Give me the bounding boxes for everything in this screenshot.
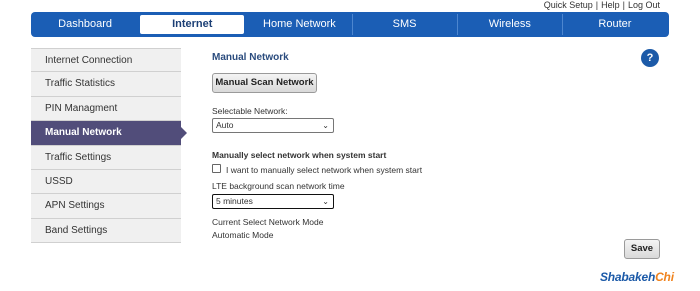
sidebar-item-ussd[interactable]: USSD [31, 169, 181, 195]
sidebar-item-traffic-settings[interactable]: Traffic Settings [31, 145, 181, 170]
lte-scan-time-select[interactable]: 5 minutes ⌄ [212, 194, 334, 209]
selectable-network-select[interactable]: Auto ⌄ [212, 118, 334, 133]
main-nav: Dashboard Internet Home Network SMS Wire… [31, 12, 669, 37]
nav-router[interactable]: Router [561, 14, 667, 35]
sidebar-item-traffic-statistics[interactable]: Traffic Statistics [31, 72, 181, 97]
help-icon[interactable]: ? [641, 49, 659, 67]
sidebar-item-pin-management[interactable]: PIN Managment [31, 96, 181, 122]
manual-select-checkbox-label: I want to manually select network when s… [226, 165, 423, 175]
network-mode-value: Automatic Mode [212, 230, 274, 240]
save-button[interactable]: Save [624, 239, 660, 259]
chevron-down-icon: ⌄ [322, 121, 329, 130]
page-title: Manual Network [212, 52, 289, 63]
sidebar-item-apn-settings[interactable]: APN Settings [31, 194, 181, 219]
selectable-network-value: Auto [216, 120, 234, 130]
help-link[interactable]: Help [601, 0, 620, 10]
nav-home-network[interactable]: Home Network [247, 14, 351, 35]
quick-setup-link[interactable]: Quick Setup [544, 0, 593, 10]
chevron-down-icon: ⌄ [322, 197, 329, 206]
sidebar-item-manual-network[interactable]: Manual Network [31, 121, 187, 146]
logo-accent-text: Chi [655, 270, 674, 284]
network-mode-label: Current Select Network Mode [212, 217, 324, 227]
brand-logo: ShabakehChi [600, 270, 674, 284]
manual-select-checkbox[interactable] [212, 164, 221, 173]
lte-scan-time-value: 5 minutes [216, 196, 253, 206]
nav-dashboard[interactable]: Dashboard [33, 14, 137, 35]
nav-wireless[interactable]: Wireless [456, 14, 562, 35]
separator: | [595, 0, 599, 10]
manual-select-heading: Manually select network when system star… [212, 150, 387, 160]
selectable-network-label: Selectable Network: [212, 106, 288, 116]
sidebar-item-internet-connection[interactable]: Internet Connection [31, 48, 181, 73]
manual-scan-button[interactable]: Manual Scan Network [212, 73, 317, 93]
logout-link[interactable]: Log Out [628, 0, 660, 10]
sidebar-item-band-settings[interactable]: Band Settings [31, 218, 181, 244]
separator: | [622, 0, 625, 10]
nav-internet[interactable]: Internet [140, 15, 245, 34]
content-area: Manual Network [212, 52, 662, 63]
sidebar: Internet Connection Traffic Statistics P… [31, 48, 187, 244]
lte-scan-time-label: LTE background scan network time [212, 181, 345, 191]
nav-sms[interactable]: SMS [351, 14, 457, 35]
logo-text: Shabakeh [600, 270, 656, 284]
top-links: Quick Setup | Help | Log Out [544, 0, 660, 10]
